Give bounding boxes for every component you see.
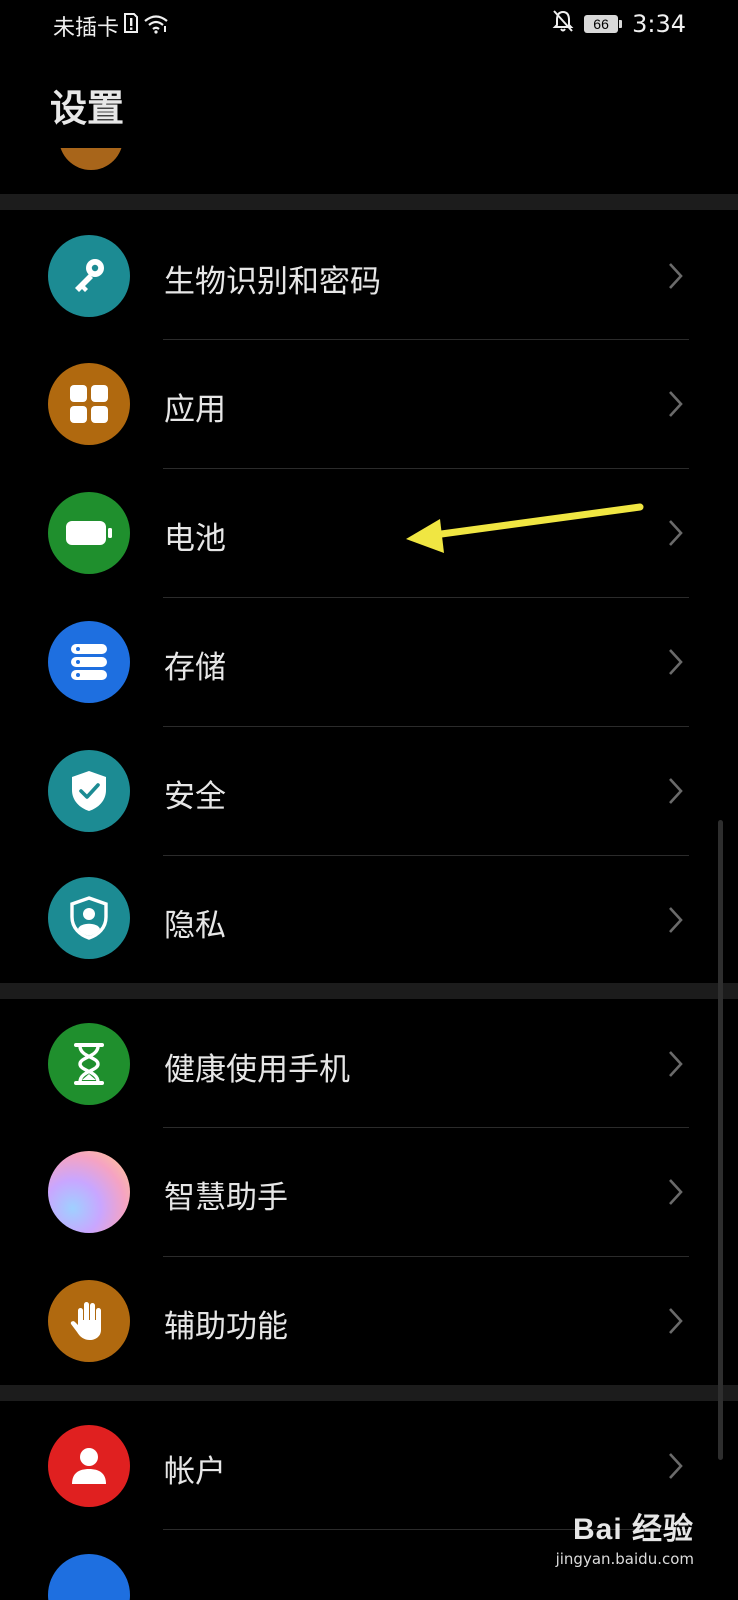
settings-item-apps[interactable]: 应用 bbox=[0, 340, 738, 469]
privacy-shield-icon bbox=[48, 877, 130, 959]
apps-grid-icon bbox=[48, 363, 130, 445]
settings-item-smart-assistant[interactable]: 智慧助手 bbox=[0, 1128, 738, 1257]
bell-muted-icon bbox=[552, 9, 574, 39]
chevron-right-icon bbox=[669, 520, 683, 546]
section-separator bbox=[0, 194, 738, 210]
clock: 3:34 bbox=[632, 10, 686, 38]
settings-item-label: 隐私 bbox=[164, 908, 226, 944]
storage-icon bbox=[48, 621, 130, 703]
settings-item-label: 安全 bbox=[164, 779, 226, 815]
assistant-orb-icon bbox=[48, 1151, 130, 1233]
page-title: 设置 bbox=[50, 87, 124, 130]
shield-check-icon bbox=[48, 750, 130, 832]
settings-item-label: 辅助功能 bbox=[164, 1309, 288, 1345]
hand-icon bbox=[48, 1280, 130, 1362]
no-sim-icon bbox=[123, 12, 139, 40]
status-bar: 未插卡 66 3:34 bbox=[0, 0, 738, 50]
key-icon bbox=[48, 235, 130, 317]
settings-item-digital-balance[interactable]: 健康使用手机 bbox=[0, 999, 738, 1128]
hourglass-icon bbox=[48, 1023, 130, 1105]
partial-settings-icon bbox=[59, 148, 123, 170]
baidu-watermark: Bai 经验 jingyan.baidu.com bbox=[556, 1504, 694, 1568]
wifi-icon bbox=[143, 12, 169, 40]
settings-item-label: 应用 bbox=[164, 392, 226, 428]
chevron-right-icon bbox=[669, 1453, 683, 1479]
settings-item-storage[interactable]: 存储 bbox=[0, 598, 738, 727]
status-left: 未插卡 bbox=[53, 10, 169, 42]
watermark-url: jingyan.baidu.com bbox=[555, 1550, 694, 1568]
battery-tip bbox=[619, 20, 623, 28]
settings-item-privacy[interactable]: 隐私 bbox=[0, 856, 738, 985]
chevron-right-icon bbox=[669, 1179, 683, 1205]
settings-item-biometrics[interactable]: 生物识别和密码 bbox=[0, 211, 738, 340]
section-separator bbox=[0, 983, 738, 999]
partial-settings-icon bbox=[48, 1554, 130, 1600]
settings-item-security[interactable]: 安全 bbox=[0, 727, 738, 856]
battery-indicator: 66 bbox=[584, 15, 623, 33]
chevron-right-icon bbox=[669, 778, 683, 804]
battery-level: 66 bbox=[584, 15, 619, 33]
chevron-right-icon bbox=[669, 391, 683, 417]
settings-item-label: 存储 bbox=[164, 650, 226, 686]
settings-item-label: 生物识别和密码 bbox=[164, 264, 381, 300]
chevron-right-icon bbox=[669, 1051, 683, 1077]
carrier-text: 未插卡 bbox=[53, 16, 120, 41]
annotation-arrow-icon bbox=[406, 503, 644, 553]
settings-item-accessibility[interactable]: 辅助功能 bbox=[0, 1257, 738, 1386]
watermark-logo: Bai 经验 bbox=[572, 1513, 694, 1546]
chevron-right-icon bbox=[669, 1308, 683, 1334]
chevron-right-icon bbox=[669, 907, 683, 933]
scrollbar[interactable] bbox=[718, 820, 723, 1460]
status-right: 66 3:34 bbox=[552, 9, 686, 39]
chevron-right-icon bbox=[669, 263, 683, 289]
settings-item-label: 帐户 bbox=[164, 1454, 226, 1490]
account-person-icon bbox=[48, 1425, 130, 1507]
settings-item-label: 智慧助手 bbox=[164, 1180, 288, 1216]
settings-item-label: 健康使用手机 bbox=[164, 1052, 350, 1088]
settings-item-label: 电池 bbox=[164, 521, 226, 557]
chevron-right-icon bbox=[669, 649, 683, 675]
section-separator bbox=[0, 1385, 738, 1401]
battery-icon bbox=[48, 492, 130, 574]
